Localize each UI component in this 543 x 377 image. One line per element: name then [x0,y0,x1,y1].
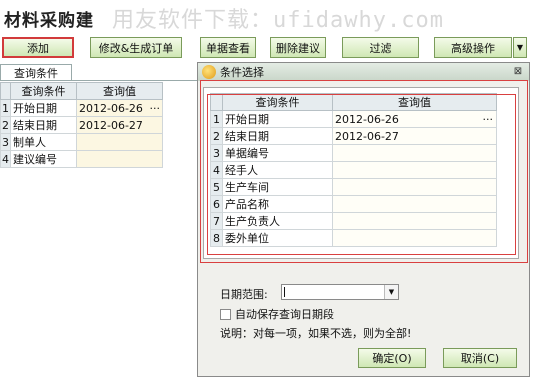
table-row[interactable]: 6 产品名称 [210,195,497,213]
value-cell[interactable] [332,195,497,213]
value-text: 2012-06-27 [335,129,399,143]
table-row[interactable]: 2 结束日期 2012-06-27 [210,127,497,145]
dialog-condition-table: 查询条件 查询值 1 开始日期 2012-06-26 ··· 2 结束日期 2012-06-… [210,93,497,247]
dialog-title: 条件选择 [220,66,264,79]
value-text: 2012-06-26 [335,112,399,126]
column-header-row-number [210,93,223,111]
condition-cell: 开始日期 [222,110,333,128]
condition-cell: 单据编号 [222,144,333,162]
condition-cell: 开始日期 [10,99,77,117]
column-header-value: 查询值 [76,82,163,100]
auto-save-row[interactable]: 自动保存查询日期段 [220,306,334,322]
row-number: 5 [210,178,223,196]
row-number: 1 [0,99,11,117]
more-options-icon[interactable]: ··· [150,102,163,115]
table-row[interactable]: 1 开始日期 2012-06-26 ··· [0,99,163,117]
row-number: 7 [210,212,223,230]
ok-button[interactable]: 确定(O) [358,348,426,368]
table-row[interactable]: 3 单据编号 [210,144,497,162]
table-row[interactable]: 8 委外单位 [210,229,497,247]
table-row[interactable]: 5 生产车间 [210,178,497,196]
table-row[interactable]: 4 经手人 [210,161,497,179]
view-slip-button[interactable]: 单据查看 [200,37,256,58]
close-icon[interactable]: ⊠ [511,65,525,78]
value-text: 2012-06-26 [79,101,143,115]
row-number: 1 [210,110,223,128]
condition-cell: 结束日期 [10,116,77,134]
window-title: 材料采购建 [4,11,94,31]
value-cell[interactable] [332,161,497,179]
advanced-ops-dropdown-icon[interactable]: ▼ [513,37,527,58]
value-cell[interactable] [76,150,163,168]
row-number: 4 [0,150,11,168]
value-text: 2012-06-27 [79,118,143,132]
chevron-down-icon[interactable]: ▼ [384,285,398,299]
query-condition-table: 查询条件 查询值 1 开始日期 2012-06-26 ··· 2 结束日期 2012-06-… [0,82,163,168]
value-cell[interactable] [76,133,163,151]
column-header-condition: 查询条件 [10,82,77,100]
condition-cell: 生产负责人 [222,212,333,230]
row-number: 3 [0,133,11,151]
query-condition-panel: 查询条件 查询条件 查询值 1 开始日期 2012-06-26 ··· 2 结束日期 201… [0,62,198,377]
condition-cell: 生产车间 [222,178,333,196]
condition-cell: 结束日期 [222,127,333,145]
dialog-note: 说明：对每一项，如果不选，则为全部! [220,327,412,340]
table-row[interactable]: 7 生产负责人 [210,212,497,230]
table-row[interactable]: 1 开始日期 2012-06-26 ··· [210,110,497,128]
value-cell[interactable]: 2012-06-26 ··· [76,99,163,117]
table-row[interactable]: 4 建议编号 [0,150,163,168]
column-header-row-number [0,82,11,100]
condition-grid-frame: 查询条件 查询值 1 开始日期 2012-06-26 ··· 2 结束日期 2012-06-… [203,87,519,259]
table-row[interactable]: 3 制单人 [0,133,163,151]
cancel-button[interactable]: 取消(C) [443,348,517,368]
tab-divider [0,80,198,81]
value-cell[interactable] [332,229,497,247]
value-cell[interactable] [332,212,497,230]
text-caret [284,287,285,297]
tab-query-conditions[interactable]: 查询条件 [0,64,72,80]
row-number: 3 [210,144,223,162]
auto-save-checkbox[interactable] [220,308,231,320]
value-cell[interactable] [332,178,497,196]
date-range-label: 日期范围: [220,288,268,301]
value-cell[interactable]: 2012-06-27 [76,116,163,134]
value-cell[interactable] [332,144,497,162]
row-number: 8 [210,229,223,247]
condition-select-dialog: 条件选择 ⊠ 查询条件 查询值 1 开始日期 2012-06-26 ··· 2 结束日期 2… [197,62,530,377]
row-number: 6 [210,195,223,213]
delete-suggestion-button[interactable]: 删除建议 [270,37,326,58]
more-options-icon[interactable]: ··· [483,113,497,126]
value-cell[interactable]: 2012-06-26 ··· [332,110,497,128]
value-cell[interactable]: 2012-06-27 [332,127,497,145]
row-number: 2 [0,116,11,134]
column-header-value: 查询值 [332,93,497,111]
advanced-ops-button[interactable]: 高级操作 [434,37,512,58]
watermark-text: 用友软件下载：ufidawhy.com [112,8,444,33]
row-number: 4 [210,161,223,179]
row-number: 2 [210,127,223,145]
dialog-app-icon [202,65,216,79]
column-header-condition: 查询条件 [222,93,333,111]
condition-cell: 制单人 [10,133,77,151]
date-range-select[interactable]: ▼ [281,284,399,300]
auto-save-label: 自动保存查询日期段 [235,308,334,321]
toolbar: 添加 修改&生成订单 单据查看 删除建议 过滤 高级操作 ▼ [0,34,543,60]
condition-cell: 建议编号 [10,150,77,168]
dialog-title-bar[interactable]: 条件选择 ⊠ [198,63,529,81]
add-button[interactable]: 添加 [2,37,74,58]
condition-cell: 委外单位 [222,229,333,247]
condition-cell: 经手人 [222,161,333,179]
condition-cell: 产品名称 [222,195,333,213]
filter-button[interactable]: 过滤 [342,37,419,58]
table-row[interactable]: 2 结束日期 2012-06-27 [0,116,163,134]
modify-generate-order-button[interactable]: 修改&生成订单 [90,37,182,58]
